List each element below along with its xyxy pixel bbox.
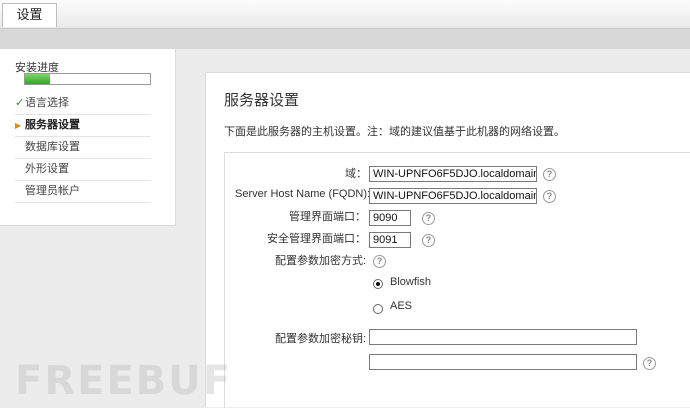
step-label: 管理员帐户 xyxy=(25,185,80,197)
step-admin-account: 管理员帐户 xyxy=(15,181,151,203)
blowfish-radio[interactable] xyxy=(373,279,383,289)
server-settings-form: 域： WIN-UPNFO6F5DJO.localdomain ? Server … xyxy=(224,152,690,408)
domain-input[interactable]: WIN-UPNFO6F5DJO.localdomain xyxy=(369,166,537,182)
setup-steps-list: ✓ 语言选择 ▶ 服务器设置 数据库设置 外形设置 管理员帐户 xyxy=(15,93,151,203)
encryption-method-label: 配置参数加密方式: xyxy=(275,255,367,267)
page-title: 服务器设置 xyxy=(224,91,300,109)
encryption-help-icon[interactable]: ? xyxy=(373,255,386,268)
encryption-key-input[interactable] xyxy=(369,329,637,345)
fqdn-help-icon[interactable]: ? xyxy=(543,190,556,203)
install-progress-bar xyxy=(24,73,151,85)
step-language[interactable]: ✓ 语言选择 xyxy=(15,93,151,115)
secure-port-input[interactable]: 9091 xyxy=(369,232,411,248)
encryption-key-label: 配置参数加密秘钥: xyxy=(275,333,367,345)
step-appearance-settings: 外形设置 xyxy=(15,159,151,181)
fqdn-label: Server Host Name (FQDN): xyxy=(235,188,371,200)
secure-port-label: 安全管理界面端口： xyxy=(267,233,366,245)
fqdn-input[interactable]: WIN-UPNFO6F5DJO.localdomain xyxy=(369,188,537,204)
install-progress-fill xyxy=(25,74,50,84)
step-label: 服务器设置 xyxy=(25,119,80,131)
step-label: 语言选择 xyxy=(25,97,69,109)
aes-label: AES xyxy=(390,300,413,312)
tab-settings[interactable]: 设置 xyxy=(2,3,57,27)
encryption-key-help-icon[interactable]: ? xyxy=(643,357,656,370)
top-tab-bar: 设置 xyxy=(0,0,690,29)
aes-radio[interactable] xyxy=(373,304,383,314)
server-settings-panel: 服务器设置 下面是此服务器的主机设置。注：域的建议值基于此机器的网络设置。 域：… xyxy=(205,72,690,408)
admin-port-help-icon[interactable]: ? xyxy=(422,212,435,225)
blowfish-label: Blowfish xyxy=(390,276,431,288)
check-icon: ✓ xyxy=(15,97,25,109)
step-server-settings[interactable]: ▶ 服务器设置 xyxy=(15,115,151,137)
domain-label: 域： xyxy=(345,168,367,180)
header-band xyxy=(0,29,690,49)
admin-port-input[interactable]: 9090 xyxy=(369,210,411,226)
secure-port-help-icon[interactable]: ? xyxy=(422,234,435,247)
step-label: 数据库设置 xyxy=(25,141,80,153)
freebuf-watermark: FREEBUF xyxy=(15,358,233,404)
step-label: 外形设置 xyxy=(25,163,69,175)
domain-help-icon[interactable]: ? xyxy=(543,168,556,181)
encryption-key-confirm-input[interactable] xyxy=(369,354,637,370)
page-description: 下面是此服务器的主机设置。注：域的建议值基于此机器的网络设置。 xyxy=(224,126,565,138)
step-database-settings: 数据库设置 xyxy=(15,137,151,159)
admin-port-label: 管理界面端口： xyxy=(289,211,366,223)
arrow-right-icon: ▶ xyxy=(15,121,22,130)
setup-sidebar: 安装进度 ✓ 语言选择 ▶ 服务器设置 数据库设置 外形设置 管理员帐户 xyxy=(0,49,176,226)
